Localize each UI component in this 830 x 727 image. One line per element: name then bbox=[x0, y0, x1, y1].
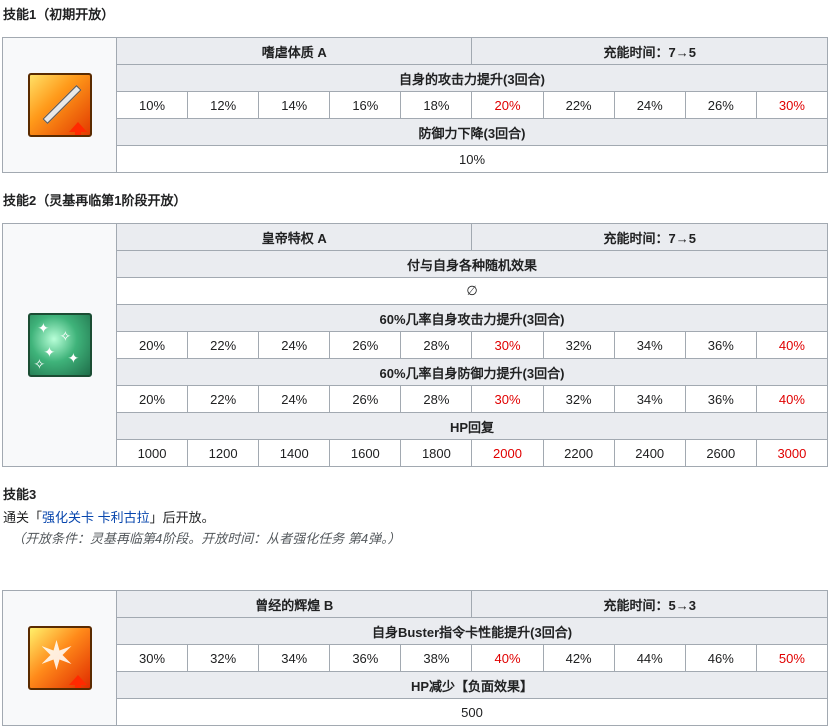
skill3-unlock-text: 通关「强化关卡 卡利古拉」后开放。 bbox=[3, 507, 215, 526]
effect-level-value: 20% bbox=[115, 331, 189, 359]
effect-level-value: 40% bbox=[471, 644, 544, 672]
effect-level-value: 22% bbox=[187, 385, 260, 413]
effect-title: 60%几率自身防御力提升(3回合) bbox=[116, 358, 828, 386]
effect-level-value: 14% bbox=[258, 91, 331, 119]
skill2-table: ✦ ✧ ✦ ✦ ✧ 皇帝特权 A 充能时间：7→5 付与自身各种随机效果 ∅ 60%几率自身攻击力… bbox=[2, 223, 829, 467]
skill-name: 嗜虐体质 A bbox=[115, 37, 473, 65]
skill-cooldown: 充能时间：7→5 bbox=[471, 37, 828, 65]
effect-level-value: 32% bbox=[542, 385, 615, 413]
effect-value: ∅ bbox=[116, 277, 828, 305]
effect-level-value: 50% bbox=[755, 644, 829, 672]
effect-level-value: 36% bbox=[684, 331, 757, 359]
effect-level-value: 36% bbox=[329, 644, 402, 672]
effect-level-value: 30% bbox=[115, 644, 189, 672]
skill1-heading: 技能1（初期开放） bbox=[3, 7, 115, 22]
skill-name: 曾经的辉煌 B bbox=[115, 590, 473, 618]
effect-level-value: 34% bbox=[258, 644, 331, 672]
skill3-table: 曾经的辉煌 B 充能时间：5→3 自身Buster指令卡性能提升(3回合) 30% 32… bbox=[2, 590, 829, 726]
skill-cooldown: 充能时间：5→3 bbox=[471, 590, 828, 618]
effect-level-value: 40% bbox=[755, 331, 829, 359]
unlock-prefix: 通关「 bbox=[3, 510, 43, 525]
unlock-quest-link[interactable]: 强化关卡 卡利古拉 bbox=[42, 510, 150, 525]
effect-level-value: 12% bbox=[187, 91, 260, 119]
effect-level-value: 26% bbox=[329, 385, 402, 413]
effect-level-value: 2400 bbox=[613, 439, 686, 467]
effect-level-value: 24% bbox=[613, 91, 686, 119]
unlock-suffix: 」后开放。 bbox=[149, 510, 215, 525]
skill-icon-cell: ✦ ✧ ✦ ✦ ✧ bbox=[2, 223, 117, 467]
effect-level-value: 30% bbox=[755, 91, 829, 119]
effect-level-value: 36% bbox=[684, 385, 757, 413]
skill-name: 皇帝特权 A bbox=[115, 223, 473, 251]
effect-title: HP减少【负面效果】 bbox=[116, 671, 828, 699]
effect-title: HP回复 bbox=[116, 412, 828, 440]
effect-level-value: 44% bbox=[613, 644, 686, 672]
sparkle-icon: ✦ ✧ ✦ ✦ ✧ bbox=[27, 313, 92, 377]
effect-value: 10% bbox=[116, 145, 828, 173]
effect-level-value: 3000 bbox=[755, 439, 829, 467]
effect-level-value: 16% bbox=[329, 91, 402, 119]
effect-level-value: 24% bbox=[258, 331, 331, 359]
skill-cooldown: 充能时间：7→5 bbox=[471, 223, 828, 251]
skill3-unlock-note: （开放条件：灵基再临第4阶段。开放时间：从者强化任务 第4弹。） bbox=[12, 531, 401, 546]
effect-title: 自身Buster指令卡性能提升(3回合) bbox=[116, 617, 828, 645]
effect-level-value: 1000 bbox=[115, 439, 189, 467]
effect-title: 防御力下降(3回合) bbox=[116, 118, 828, 146]
skill-icon-cell bbox=[2, 590, 117, 726]
effect-level-value: 22% bbox=[187, 331, 260, 359]
effect-level-value: 28% bbox=[400, 331, 473, 359]
skill3-heading: 技能3 bbox=[3, 487, 37, 502]
effect-level-value: 30% bbox=[471, 385, 544, 413]
effect-level-value: 38% bbox=[400, 644, 473, 672]
effect-level-value: 34% bbox=[613, 385, 686, 413]
effect-title: 60%几率自身攻击力提升(3回合) bbox=[116, 304, 828, 332]
effect-level-value: 18% bbox=[400, 91, 473, 119]
effect-level-value: 1800 bbox=[400, 439, 473, 467]
effect-title: 自身的攻击力提升(3回合) bbox=[116, 64, 828, 92]
effect-level-value: 2000 bbox=[471, 439, 544, 467]
effect-level-value: 22% bbox=[542, 91, 615, 119]
skill-icon-cell bbox=[2, 37, 117, 173]
effect-level-value: 28% bbox=[400, 385, 473, 413]
effect-level-value: 42% bbox=[542, 644, 615, 672]
effect-value: 500 bbox=[116, 698, 828, 726]
skill1-table: 嗜虐体质 A 充能时间：7→5 自身的攻击力提升(3回合) 10% 12% 14% 16% 1… bbox=[2, 37, 829, 173]
skill2-heading: 技能2（灵基再临第1阶段开放） bbox=[3, 193, 187, 208]
effect-level-value: 2600 bbox=[684, 439, 757, 467]
effect-level-value: 26% bbox=[684, 91, 757, 119]
effect-level-value: 1400 bbox=[258, 439, 331, 467]
effect-level-value: 24% bbox=[258, 385, 331, 413]
effect-level-value: 1600 bbox=[329, 439, 402, 467]
effect-level-value: 10% bbox=[115, 91, 189, 119]
effect-level-value: 40% bbox=[755, 385, 829, 413]
effect-level-value: 20% bbox=[115, 385, 189, 413]
effect-level-value: 1200 bbox=[187, 439, 260, 467]
effect-level-value: 20% bbox=[471, 91, 544, 119]
effect-level-value: 32% bbox=[542, 331, 615, 359]
effect-level-value: 34% bbox=[613, 331, 686, 359]
sword-attack-up-icon bbox=[27, 73, 92, 137]
effect-title: 付与自身各种随机效果 bbox=[116, 250, 828, 278]
effect-level-value: 46% bbox=[684, 644, 757, 672]
effect-level-value: 2200 bbox=[542, 439, 615, 467]
effect-level-value: 30% bbox=[471, 331, 544, 359]
buster-burst-icon bbox=[27, 626, 92, 690]
effect-level-value: 26% bbox=[329, 331, 402, 359]
effect-level-value: 32% bbox=[187, 644, 260, 672]
